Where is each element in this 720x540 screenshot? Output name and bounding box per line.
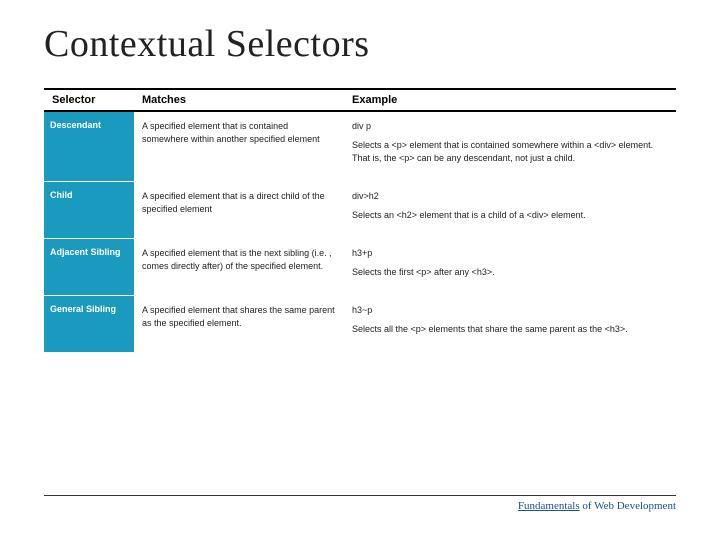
selector-name: Child [44, 182, 134, 239]
selector-matches: A specified element that is contained so… [134, 111, 344, 182]
example-desc: Selects a <p> element that is contained … [352, 140, 653, 163]
table-row: Descendant A specified element that is c… [44, 111, 676, 182]
selector-example: h3+p Selects the first <p> after any <h3… [344, 239, 676, 296]
selector-matches: A specified element that is a direct chi… [134, 182, 344, 239]
slide-title: Contextual Selectors [44, 22, 676, 66]
footer-rule [44, 495, 676, 496]
footer-rest: of Web Development [580, 500, 676, 512]
selector-matches: A specified element that shares the same… [134, 296, 344, 353]
example-desc: Selects the first <p> after any <h3>. [352, 267, 495, 277]
selector-name: General Sibling [44, 296, 134, 353]
example-code: h3~p [352, 304, 668, 317]
selector-matches: A specified element that is the next sib… [134, 239, 344, 296]
selector-name: Adjacent Sibling [44, 239, 134, 296]
footer-text: Fundamentals of Web Development [44, 500, 676, 512]
col-selector: Selector [44, 89, 134, 111]
col-matches: Matches [134, 89, 344, 111]
table-row: Adjacent Sibling A specified element tha… [44, 239, 676, 296]
footer-word-underlined: Fundamentals [518, 500, 580, 512]
example-code: h3+p [352, 247, 668, 260]
example-code: div p [352, 120, 668, 133]
example-desc: Selects all the <p> elements that share … [352, 324, 628, 334]
selector-example: div p Selects a <p> element that is cont… [344, 111, 676, 182]
table-row: General Sibling A specified element that… [44, 296, 676, 353]
table-header-row: Selector Matches Example [44, 89, 676, 111]
selectors-table: Selector Matches Example Descendant A sp… [44, 88, 676, 353]
selector-example: h3~p Selects all the <p> elements that s… [344, 296, 676, 353]
table-row: Child A specified element that is a dire… [44, 182, 676, 239]
slide-footer: Fundamentals of Web Development [44, 495, 676, 512]
selector-example: div>h2 Selects an <h2> element that is a… [344, 182, 676, 239]
selector-name: Descendant [44, 111, 134, 182]
col-example: Example [344, 89, 676, 111]
example-code: div>h2 [352, 190, 668, 203]
example-desc: Selects an <h2> element that is a child … [352, 210, 586, 220]
